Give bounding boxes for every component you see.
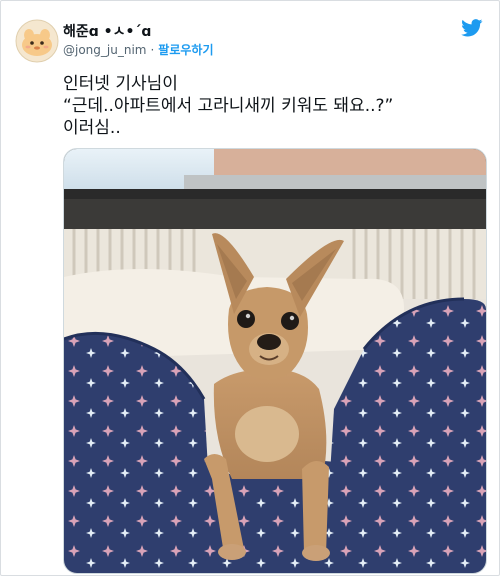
tweet-line-1: 인터넷 기사님이 xyxy=(63,74,178,94)
twitter-bird-icon[interactable] xyxy=(461,19,483,37)
avatar[interactable] xyxy=(15,19,59,63)
handle-row: @jong_ju_nim · 팔로우하기 xyxy=(63,41,214,58)
display-name[interactable]: 해준ɑ •ㅅ•´ɑ xyxy=(63,21,151,41)
avatar-image xyxy=(15,19,59,63)
tweet-line-2: “근데..아파트에서 고라니새끼 키워도 돼요..?” xyxy=(63,96,394,116)
follow-button[interactable]: 팔로우하기 xyxy=(158,43,213,57)
dog-photo-illustration xyxy=(64,149,486,573)
tweet-card: 해준ɑ •ㅅ•´ɑ @jong_ju_nim · 팔로우하기 인터넷 기사님이 “근… xyxy=(0,0,500,576)
tweet-text: 인터넷 기사님이 “근데..아파트에서 고라니새끼 키워도 돼요..?” 이러심… xyxy=(63,73,483,139)
tweet-photo[interactable] xyxy=(63,148,487,574)
tweet-line-3: 이러심.. xyxy=(63,118,121,138)
separator-dot: · xyxy=(150,43,155,57)
user-handle[interactable]: @jong_ju_nim xyxy=(63,43,146,57)
